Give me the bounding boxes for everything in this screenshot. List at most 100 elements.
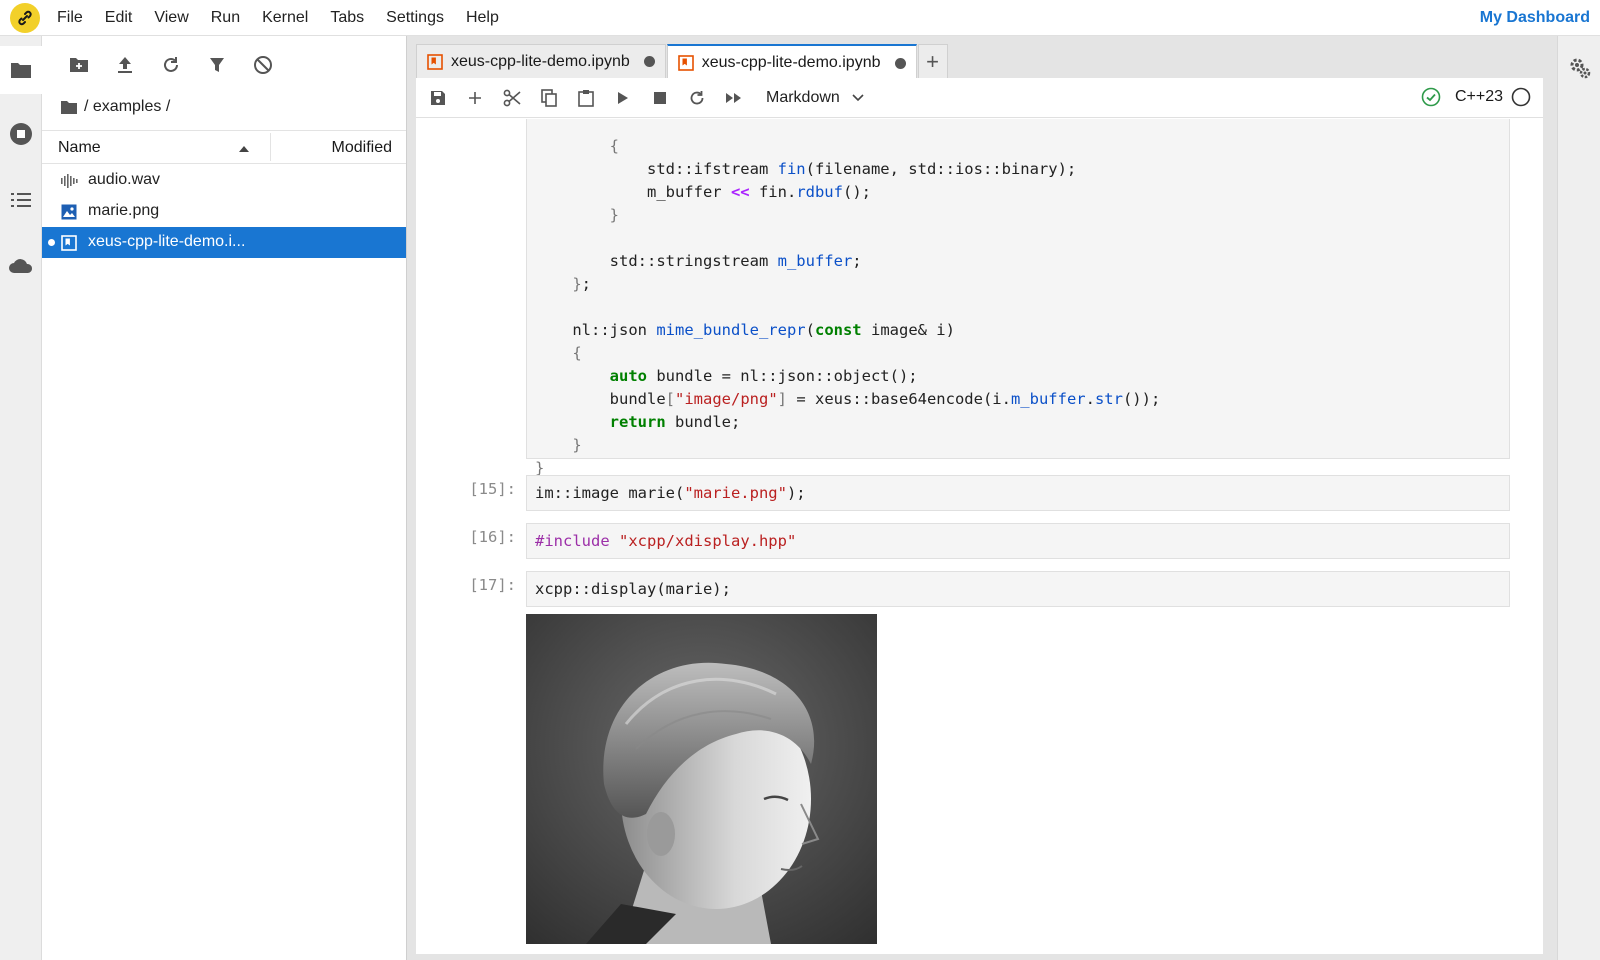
notebook-icon <box>427 53 443 70</box>
file-browser-toolbar <box>42 50 286 80</box>
menu-run[interactable]: Run <box>200 9 251 27</box>
tab-notebook-1[interactable]: xeus-cpp-lite-demo.ipynb <box>416 44 666 78</box>
paste-button[interactable] <box>567 78 604 118</box>
jupyter-logo-icon[interactable] <box>10 2 40 33</box>
image-file-icon <box>60 203 78 221</box>
upload-icon <box>118 57 132 73</box>
menu-bar: File Edit View Run Kernel Tabs Settings … <box>0 0 1600 36</box>
tab-notebook-2[interactable]: xeus-cpp-lite-demo.ipynb <box>666 44 917 80</box>
code-cell-input[interactable]: { std::ifstream fin(filename, std::ios::… <box>526 119 1510 477</box>
breadcrumb-path[interactable]: / examples / <box>84 98 170 116</box>
run-icon <box>617 91 628 104</box>
code-line: std::ifstream fin(filename, std::ios::bi… <box>535 160 1077 178</box>
stop-icon <box>653 91 666 104</box>
upload-button[interactable] <box>102 50 148 80</box>
code-line: } <box>535 436 582 454</box>
notebook-cells: { std::ifstream fin(filename, std::ios::… <box>416 119 1543 954</box>
code-line: nl::json mime_bundle_repr(const image& i… <box>535 321 955 339</box>
cut-icon <box>503 89 521 106</box>
kernel-status-area: C++23 <box>1421 87 1531 107</box>
gears-icon <box>1570 58 1591 79</box>
clear-icon <box>254 56 272 74</box>
save-button[interactable] <box>419 78 456 118</box>
chevron-down-icon <box>852 93 864 101</box>
file-name: xeus-cpp-lite-demo.i... <box>88 233 246 250</box>
code-cell-input[interactable]: im::image marie("marie.png"); <box>526 475 1510 511</box>
stop-button[interactable] <box>641 78 678 118</box>
kernel-name[interactable]: C++23 <box>1455 88 1503 106</box>
folder-icon <box>11 63 31 78</box>
unsaved-dot-icon[interactable] <box>894 57 906 69</box>
column-divider[interactable] <box>270 133 271 161</box>
code-cell-input[interactable]: #include "xcpp/xdisplay.hpp" <box>526 523 1510 559</box>
cut-button[interactable] <box>493 78 530 118</box>
code-line: { <box>535 344 582 362</box>
new-folder-icon <box>70 58 88 72</box>
kernel-ok-icon <box>1421 87 1441 107</box>
notebook-panel: Markdown C++23 { std::ifstream fin(filen… <box>416 78 1543 954</box>
cloud-tab[interactable] <box>0 242 42 290</box>
menu-edit[interactable]: Edit <box>94 9 144 27</box>
run-button[interactable] <box>604 78 641 118</box>
toc-icon <box>11 193 31 207</box>
file-item-notebook[interactable]: xeus-cpp-lite-demo.i... <box>42 227 406 258</box>
code-line: auto bundle = nl::json::object(); <box>609 367 918 385</box>
file-item-audio[interactable]: audio.wav <box>42 165 406 196</box>
menu-kernel[interactable]: Kernel <box>251 9 319 27</box>
tab-label: xeus-cpp-lite-demo.ipynb <box>451 52 630 70</box>
filter-button[interactable] <box>194 50 240 80</box>
main-area: xeus-cpp-lite-demo.ipynb xeus-cpp-lite-d… <box>407 36 1557 960</box>
file-browser-tab[interactable] <box>0 46 42 94</box>
property-inspector-button[interactable] <box>1568 56 1592 80</box>
clear-button[interactable] <box>240 50 286 80</box>
menu-help[interactable]: Help <box>455 9 510 27</box>
breadcrumb[interactable]: / examples / <box>60 98 170 116</box>
restart-button[interactable] <box>678 78 715 118</box>
audio-file-icon <box>60 172 78 190</box>
menu-file[interactable]: File <box>46 9 94 27</box>
running-icon <box>10 123 32 145</box>
file-item-marie-png[interactable]: marie.png <box>42 196 406 227</box>
unsaved-dot-icon <box>48 239 55 246</box>
kernel-idle-icon <box>1511 87 1531 107</box>
modified-column-header[interactable]: Modified <box>332 139 392 157</box>
filter-icon <box>210 58 224 72</box>
code-line: m_buffer << fin.rdbuf(); <box>535 183 871 201</box>
menu-settings[interactable]: Settings <box>375 9 455 27</box>
file-browser-panel: / examples / Name Modified audio.wav mar… <box>42 36 407 960</box>
file-name: audio.wav <box>88 171 161 188</box>
paste-icon <box>577 89 594 107</box>
save-icon <box>430 90 445 105</box>
unsaved-dot-icon[interactable] <box>643 56 655 67</box>
table-of-contents-tab[interactable] <box>0 176 42 224</box>
left-activity-bar <box>0 36 42 960</box>
tab-label: xeus-cpp-lite-demo.ipynb <box>701 54 881 71</box>
sort-ascending-icon[interactable] <box>238 145 250 153</box>
add-cell-button[interactable] <box>456 78 493 118</box>
refresh-icon <box>164 57 178 72</box>
cell-prompt: [17]: <box>469 576 516 594</box>
copy-button[interactable] <box>530 78 567 118</box>
new-tab-button[interactable]: + <box>917 44 948 78</box>
cell-prompt: [16]: <box>469 528 516 546</box>
notebook-toolbar: Markdown C++23 <box>416 78 1543 118</box>
menu-tabs[interactable]: Tabs <box>319 9 375 27</box>
run-all-button[interactable] <box>715 78 752 118</box>
run-all-icon <box>725 92 741 103</box>
menu-view[interactable]: View <box>143 9 199 27</box>
notebook-file-icon <box>60 234 78 252</box>
code-cell-input[interactable]: xcpp::display(marie); <box>526 571 1510 607</box>
file-list-header: Name Modified <box>42 130 406 164</box>
code-line: { <box>535 137 619 155</box>
new-folder-button[interactable] <box>56 50 102 80</box>
name-column-header[interactable]: Name <box>58 139 101 157</box>
cell-type-select[interactable]: Markdown <box>766 89 864 107</box>
my-dashboard-link[interactable]: My Dashboard <box>1480 9 1590 27</box>
right-sidebar <box>1557 36 1600 960</box>
running-sessions-tab[interactable] <box>0 110 42 158</box>
code-line: std::stringstream m_buffer; <box>535 252 862 270</box>
code-line: } <box>535 206 619 224</box>
refresh-button[interactable] <box>148 50 194 80</box>
